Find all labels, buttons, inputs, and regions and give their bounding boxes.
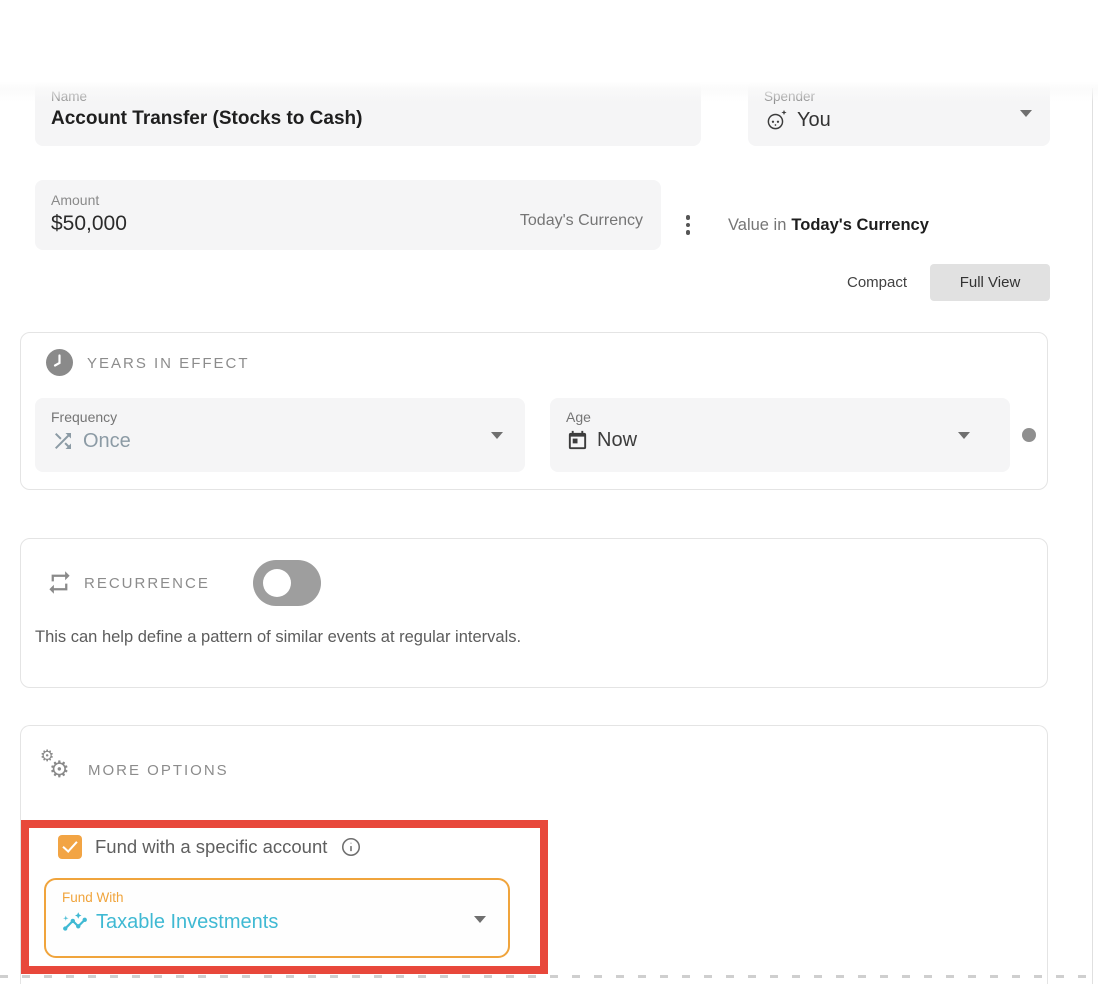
- recurrence-card: [20, 538, 1048, 688]
- insights-chart-icon: [62, 909, 88, 935]
- chevron-down-icon: [958, 432, 970, 439]
- spender-value: You: [797, 109, 831, 132]
- frequency-dropdown[interactable]: Frequency Once: [35, 398, 525, 472]
- amount-currency-mode: Today's Currency: [520, 212, 643, 230]
- gears-icon: ⚙⚙: [38, 746, 80, 788]
- recurrence-title: RECURRENCE: [84, 575, 210, 592]
- value-in-currency: Today's Currency: [791, 216, 929, 234]
- clock-icon: [46, 349, 73, 376]
- chevron-down-icon: [491, 432, 503, 439]
- compact-view-button[interactable]: Compact: [833, 266, 921, 299]
- fund-with-value: Taxable Investments: [96, 911, 278, 934]
- fund-checkbox-label: Fund with a specific account: [95, 836, 327, 858]
- name-value: Account Transfer (Stocks to Cash): [51, 108, 362, 130]
- repeat-icon: [46, 569, 73, 596]
- value-in-note: Value in Today's Currency: [728, 216, 929, 235]
- timeline-dot: [1022, 428, 1036, 442]
- amount-value: $50,000: [51, 212, 127, 236]
- dialog-header: [0, 0, 1098, 78]
- shuffle-icon: [51, 429, 75, 453]
- fund-checkbox[interactable]: [58, 835, 82, 859]
- more-options-title: MORE OPTIONS: [88, 762, 229, 779]
- age-label: Age: [566, 409, 994, 425]
- scroll-fade: [0, 78, 1098, 102]
- frequency-value: Once: [83, 430, 131, 453]
- custom-expense-dialog: $ CUSTOM EXPENSE Name Account Transfer (…: [0, 0, 1098, 984]
- age-dropdown[interactable]: Age Now: [550, 398, 1010, 472]
- calendar-icon: [566, 429, 589, 452]
- fund-with-dropdown[interactable]: Fund With Taxable Investments: [44, 878, 510, 958]
- recurrence-description: This can help define a pattern of simila…: [35, 628, 521, 647]
- fund-with-label: Fund With: [62, 890, 492, 905]
- info-icon[interactable]: [340, 836, 362, 858]
- chevron-down-icon: [474, 916, 486, 923]
- section-dashed-divider: [0, 975, 1098, 978]
- years-in-effect-title: YEARS IN EFFECT: [87, 355, 250, 372]
- age-value: Now: [597, 429, 637, 452]
- recurrence-toggle[interactable]: [253, 560, 321, 606]
- panel-divider: [1092, 88, 1093, 984]
- face-sparkle-icon: [764, 108, 789, 133]
- amount-label: Amount: [51, 192, 645, 208]
- full-view-button[interactable]: Full View: [930, 264, 1050, 301]
- frequency-label: Frequency: [51, 409, 509, 425]
- amount-more-menu-icon[interactable]: [679, 210, 697, 240]
- fund-checkbox-row: Fund with a specific account: [58, 835, 362, 859]
- value-in-prefix: Value in: [728, 216, 786, 234]
- chevron-down-icon: [1020, 110, 1032, 117]
- amount-field[interactable]: Amount $50,000 Today's Currency: [35, 180, 661, 250]
